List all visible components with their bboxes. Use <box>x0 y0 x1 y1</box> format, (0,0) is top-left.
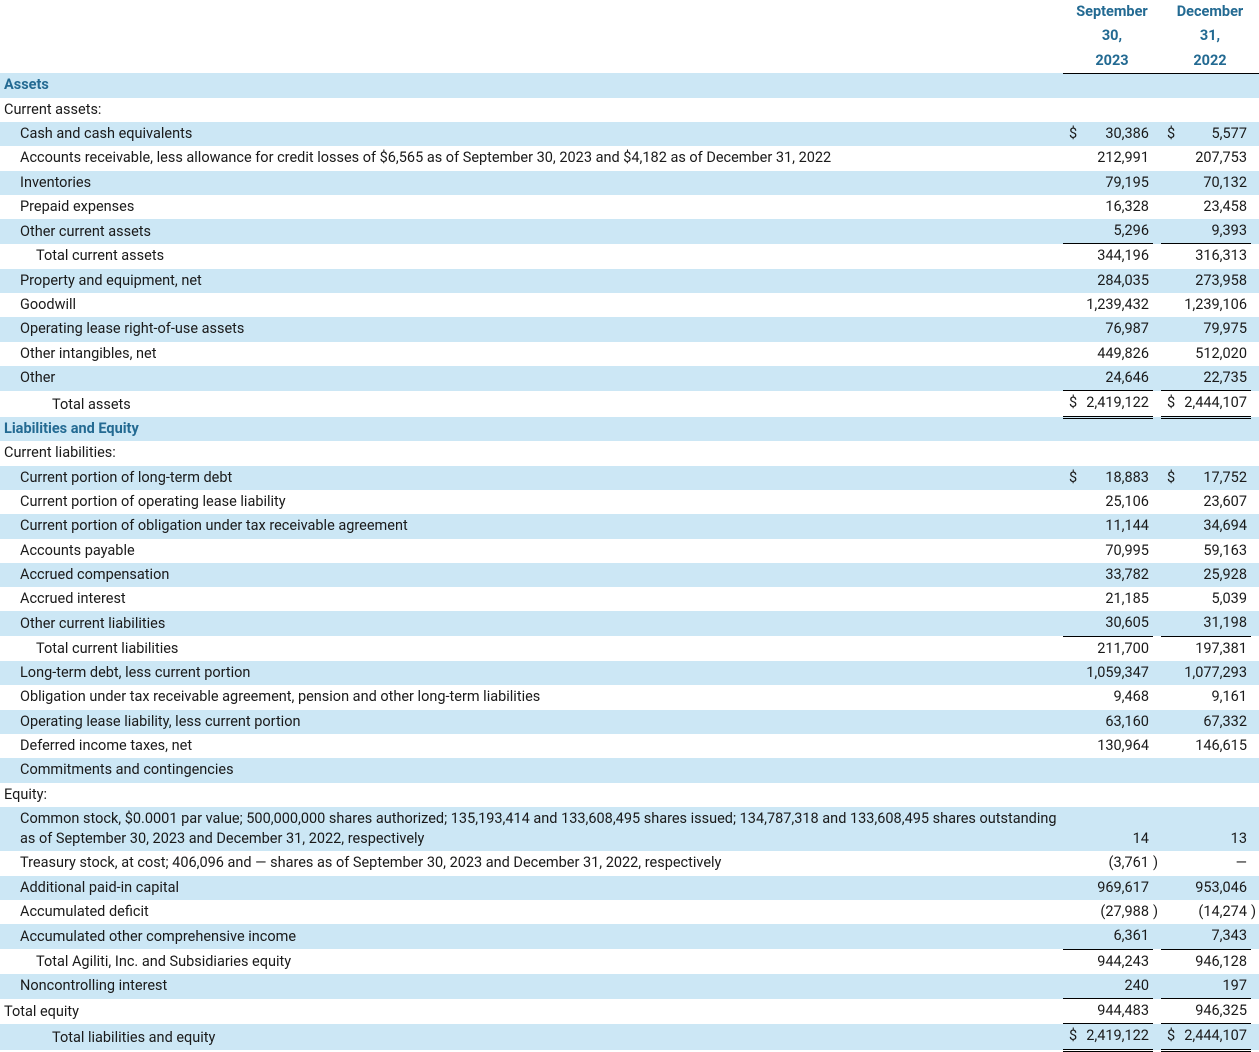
row-inventories: Inventories79,19570,132 <box>0 171 1259 195</box>
row-intangibles: Other intangibles, net449,826512,020 <box>0 342 1259 366</box>
row-accum-deficit: Accumulated deficit(27,988)(14,274) <box>0 900 1259 924</box>
row-cpltd: Current portion of long-term debt$18,883… <box>0 466 1259 490</box>
row-aoci: Accumulated other comprehensive income6,… <box>0 924 1259 949</box>
row-prepaid: Prepaid expenses16,32823,458 <box>0 195 1259 219</box>
col2-header-l1: December <box>1161 0 1259 24</box>
row-commitments: Commitments and contingencies <box>0 758 1259 782</box>
row-total-liab-equity: Total liabilities and equity$2,419,122$2… <box>0 1024 1259 1050</box>
balance-sheet-table: September December 30, 31, 2023 2022 Ass… <box>0 0 1259 1052</box>
header-row-3: 2023 2022 <box>0 49 1259 74</box>
section-assets: Assets <box>0 73 1063 97</box>
subsection-current-assets: Current assets: <box>0 98 1063 122</box>
row-apic: Additional paid-in capital969,617953,046 <box>0 876 1259 900</box>
row-ar: Accounts receivable, less allowance for … <box>0 146 1259 170</box>
row-treasury: Treasury stock, at cost; 406,096 and — s… <box>0 851 1259 875</box>
row-tra: Obligation under tax receivable agreemen… <box>0 685 1259 709</box>
header-row-2: 30, 31, <box>0 24 1259 48</box>
row-total-equity: Total equity944,483946,325 <box>0 999 1259 1024</box>
row-dit: Deferred income taxes, net130,964146,615 <box>0 734 1259 758</box>
row-tcl: Total current liabilities211,700197,381 <box>0 636 1259 661</box>
row-tca: Total current assets344,196316,313 <box>0 244 1259 269</box>
col1-header-l3: 2023 <box>1063 49 1161 74</box>
row-cplease: Current portion of operating lease liabi… <box>0 490 1259 514</box>
row-oca: Other current assets5,2969,393 <box>0 219 1259 244</box>
row-other-assets: Other24,64622,735 <box>0 366 1259 391</box>
row-accomp: Accrued compensation33,78225,928 <box>0 563 1259 587</box>
row-ppe: Property and equipment, net284,035273,95… <box>0 269 1259 293</box>
subsection-current-liab: Current liabilities: <box>0 441 1063 465</box>
row-total-assets: Total assets$2,419,122$2,444,107 <box>0 391 1259 417</box>
col1-header-l2: 30, <box>1063 24 1161 48</box>
col2-header-l2: 31, <box>1161 24 1259 48</box>
row-cash: Cash and cash equivalents$30,386$5,577 <box>0 122 1259 146</box>
row-teq-sub: Total Agiliti, Inc. and Subsidiaries equ… <box>0 949 1259 974</box>
row-ltlease: Operating lease liability, less current … <box>0 710 1259 734</box>
row-rou: Operating lease right-of-use assets76,98… <box>0 317 1259 341</box>
row-common-stock: Common stock, $0.0001 par value; 500,000… <box>0 807 1259 852</box>
row-ap: Accounts payable70,99559,163 <box>0 539 1259 563</box>
row-nci: Noncontrolling interest240197 <box>0 974 1259 999</box>
col1-header-l1: September <box>1063 0 1161 24</box>
row-ltd: Long-term debt, less current portion1,05… <box>0 661 1259 685</box>
row-goodwill: Goodwill1,239,4321,239,106 <box>0 293 1259 317</box>
row-cptra: Current portion of obligation under tax … <box>0 514 1259 538</box>
subsection-equity: Equity: <box>0 783 1063 807</box>
row-accint: Accrued interest21,1855,039 <box>0 587 1259 611</box>
section-liab-equity: Liabilities and Equity <box>0 417 1063 441</box>
col2-header-l3: 2022 <box>1161 49 1259 74</box>
header-row-1: September December <box>0 0 1259 24</box>
row-ocl: Other current liabilities30,60531,198 <box>0 611 1259 636</box>
